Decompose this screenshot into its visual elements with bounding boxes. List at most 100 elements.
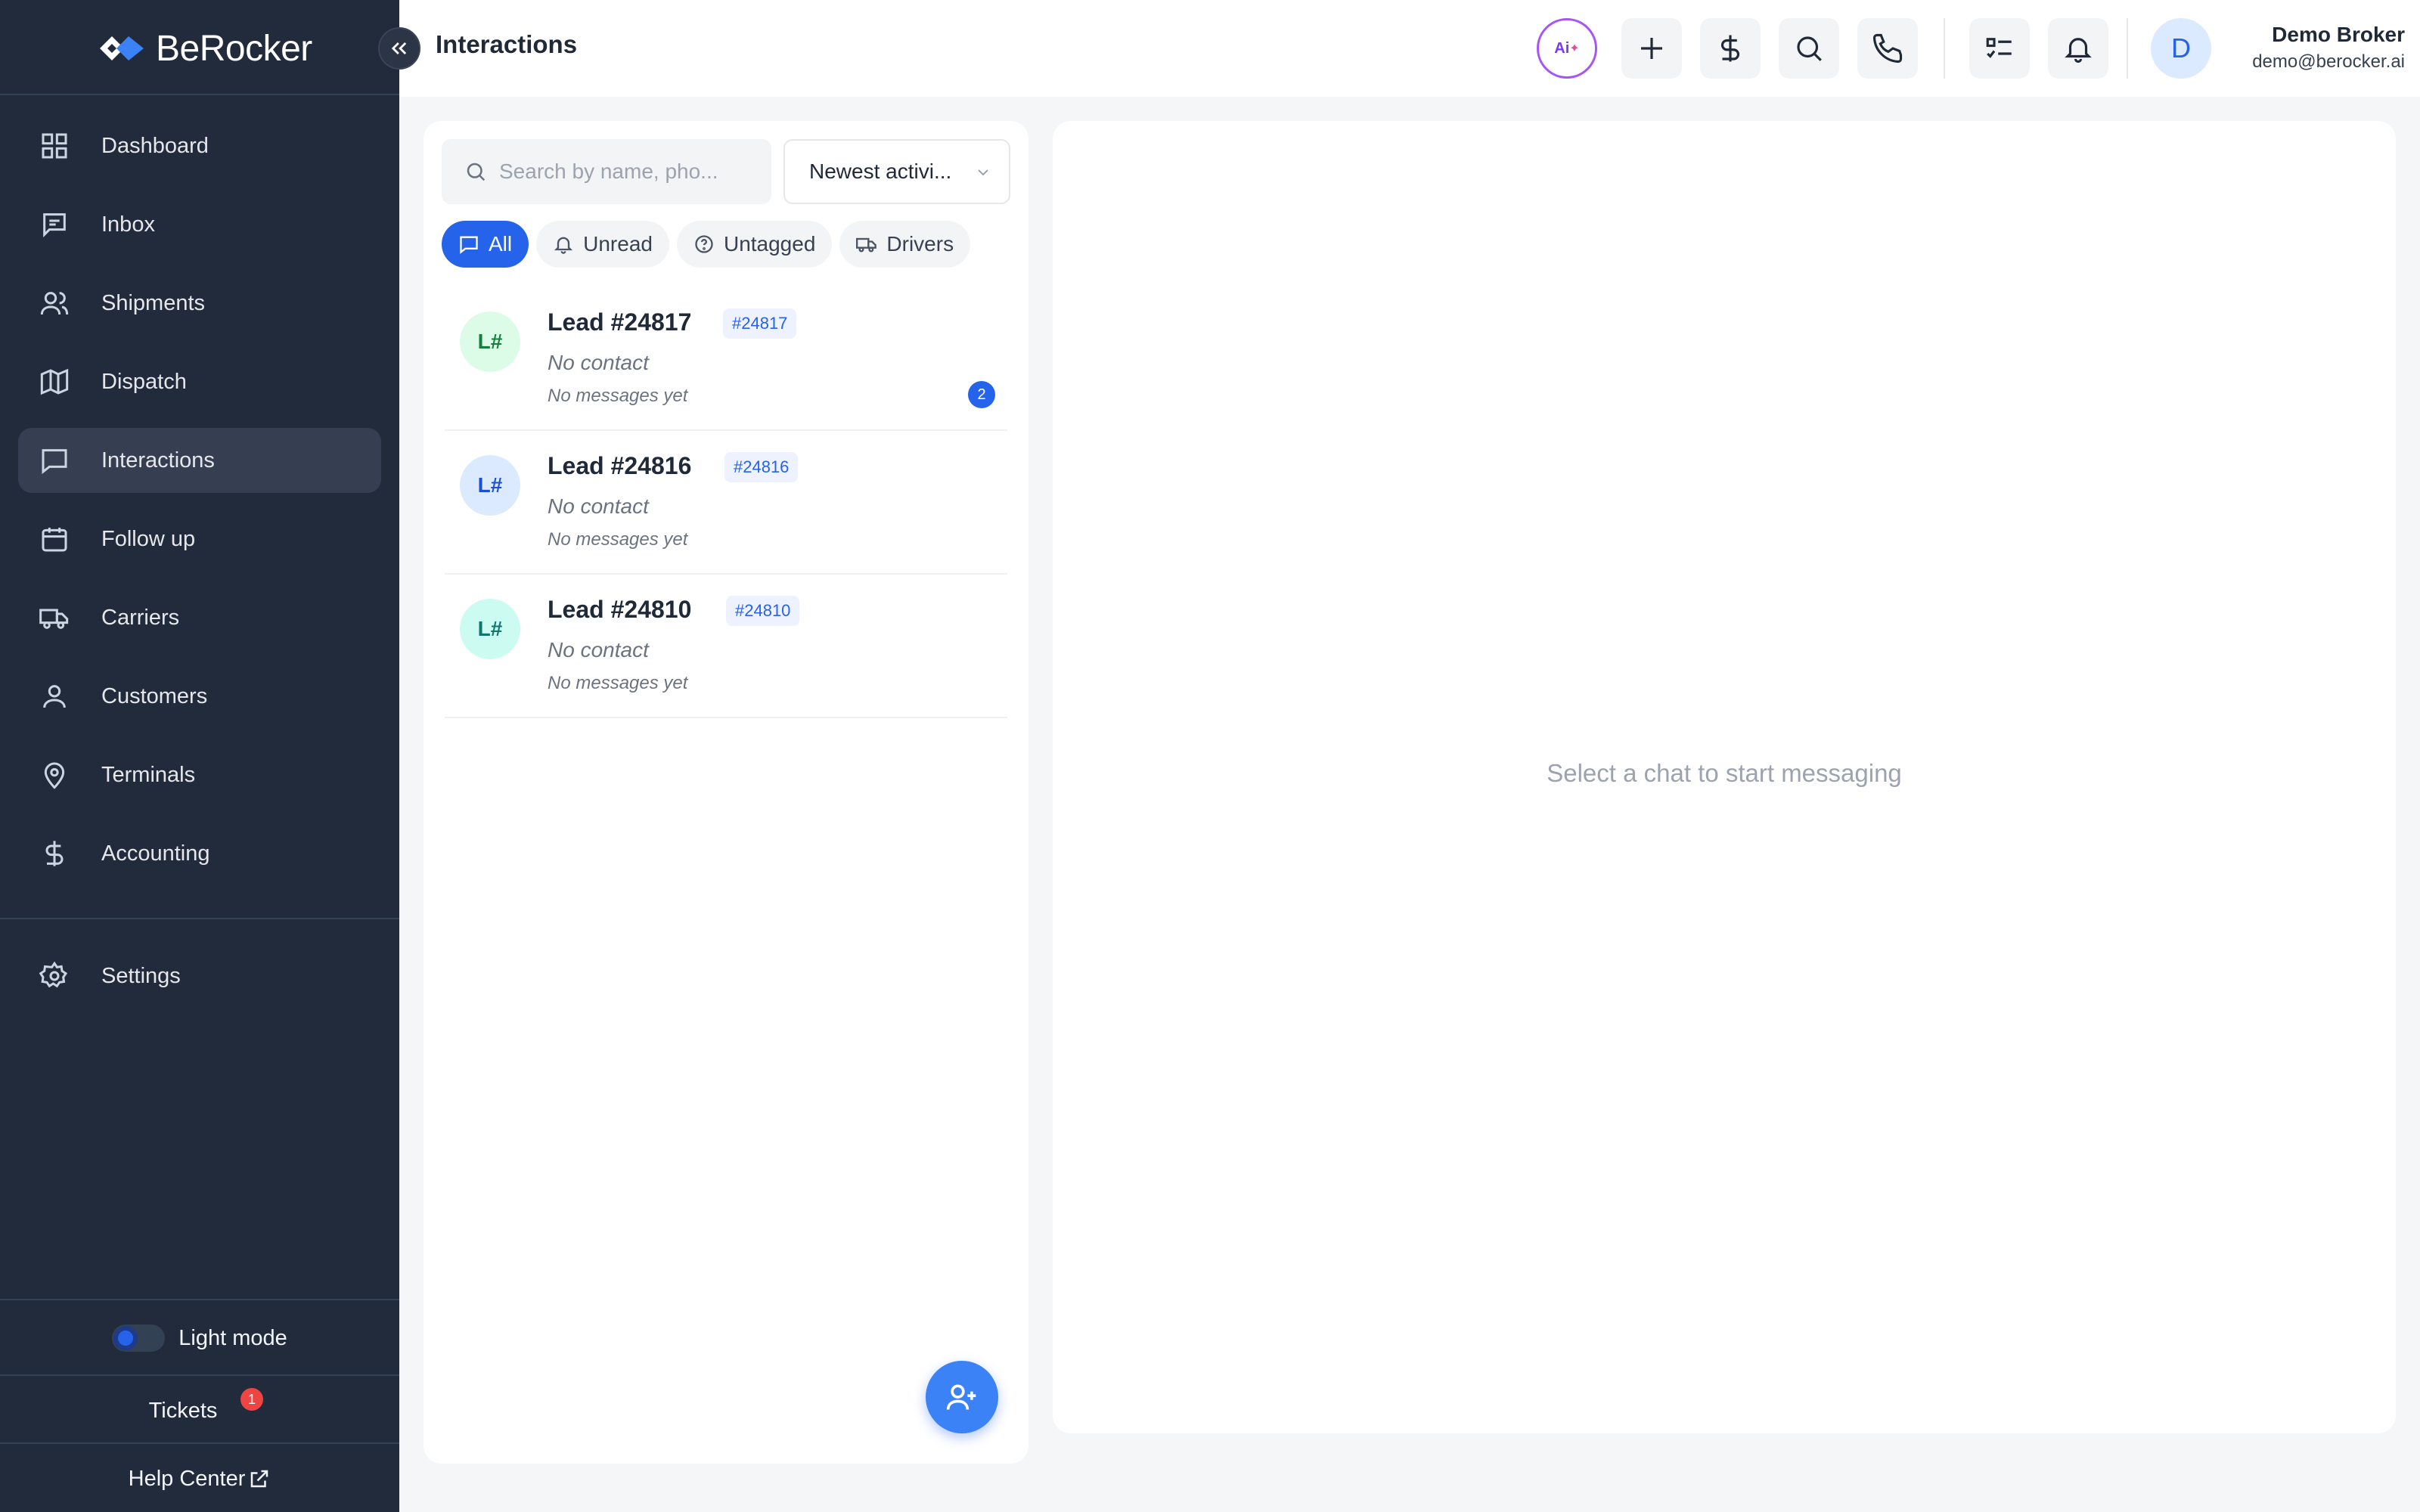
sidebar-item-settings[interactable]: Settings (18, 943, 381, 1009)
filter-chips: All Unread Untagged Drivers (442, 221, 971, 268)
tickets-badge: 1 (240, 1388, 263, 1411)
lead-title: Lead #24810 (548, 596, 692, 623)
sidebar-item-shipments[interactable]: Shipments (18, 271, 381, 336)
plus-icon (1641, 38, 1662, 59)
ai-assistant-button[interactable]: Ai ✦ (1537, 18, 1597, 79)
phone-icon (1872, 33, 1903, 64)
toggle-knob (113, 1326, 138, 1350)
search-button[interactable] (1779, 18, 1839, 79)
filter-label: Drivers (886, 232, 954, 256)
new-conversation-button[interactable] (926, 1361, 998, 1433)
help-circle-icon (695, 235, 713, 253)
lead-tag: #24817 (723, 308, 797, 339)
lead-contact: No contact (548, 638, 649, 662)
user-email: demo@berocker.ai (2252, 51, 2405, 72)
sidebar-item-follow-up[interactable]: Follow up (18, 507, 381, 572)
sidebar-settings-group: Settings (18, 943, 381, 1022)
filter-drivers[interactable]: Drivers (839, 221, 971, 268)
help-center-label: Help Center (128, 1466, 246, 1491)
page-title: Interactions (436, 30, 578, 58)
checklist-icon (1986, 38, 2012, 58)
chevron-down-icon (978, 169, 988, 176)
sidebar: BeRocker Dashboard Inbox Shipments Dispa… (0, 0, 399, 1512)
filter-untagged[interactable]: Untagged (676, 221, 833, 268)
sidebar-item-inbox[interactable]: Inbox (18, 192, 381, 257)
user-plus-icon (946, 1384, 976, 1410)
sidebar-divider (0, 1374, 399, 1376)
sidebar-divider (0, 94, 399, 95)
lead-tag: #24816 (724, 452, 799, 482)
truck-icon (38, 601, 71, 634)
conversation-list-panel: Newest activi... All Unread Untagged Dri… (424, 121, 1028, 1464)
sort-value: Newest activi... (809, 160, 952, 183)
bell-icon (2065, 38, 2092, 64)
calendar-icon (38, 522, 71, 556)
search-box[interactable] (442, 139, 771, 204)
collapse-sidebar-button[interactable] (378, 27, 420, 70)
gear-icon (38, 959, 71, 993)
add-button[interactable] (1621, 18, 1682, 79)
list-item[interactable]: L# Lead #24816 #24816 No contact No mess… (445, 431, 1007, 575)
map-pin-icon (38, 758, 71, 792)
sidebar-item-carriers[interactable]: Carriers (18, 585, 381, 650)
sidebar-divider (0, 1442, 399, 1444)
billing-button[interactable] (1700, 18, 1761, 79)
lead-title: Lead #24817 (548, 308, 692, 336)
sparkle-icon: ✦ (1569, 42, 1580, 55)
chat-icon (460, 236, 478, 254)
filter-all[interactable]: All (442, 221, 529, 268)
message-square-icon (38, 208, 71, 241)
header-separator (1944, 18, 1945, 79)
sidebar-divider (0, 918, 399, 919)
notifications-button[interactable] (2048, 18, 2108, 79)
sidebar-item-terminals[interactable]: Terminals (18, 742, 381, 807)
conversation-list: L# Lead #24817 #24817 No contact No mess… (445, 287, 1007, 718)
lead-last-message: No messages yet (548, 673, 688, 693)
sidebar-item-interactions[interactable]: Interactions (18, 428, 381, 493)
user-icon (38, 680, 71, 713)
lead-last-message: No messages yet (548, 529, 688, 550)
sidebar-item-label: Settings (101, 963, 181, 988)
user-avatar[interactable]: D (2151, 18, 2211, 79)
search-input[interactable] (499, 160, 756, 184)
sidebar-item-label: Dispatch (101, 369, 187, 394)
sidebar-item-accounting[interactable]: Accounting (18, 821, 381, 886)
filter-unread[interactable]: Unread (536, 221, 669, 268)
grid-icon (38, 129, 71, 163)
filter-label: Unread (583, 232, 653, 256)
dollar-icon (38, 837, 71, 870)
truck-icon (856, 237, 877, 253)
lead-contact: No contact (548, 351, 649, 374)
tasks-button[interactable] (1969, 18, 2030, 79)
search-icon (467, 163, 486, 181)
theme-toggle[interactable] (112, 1325, 166, 1352)
light-mode-label: Light mode (178, 1325, 287, 1350)
chevrons-left-icon (391, 42, 407, 54)
lead-title: Lead #24816 (548, 452, 692, 479)
external-link-icon (251, 1470, 268, 1488)
user-name[interactable]: Demo Broker (2226, 23, 2405, 47)
users-icon (38, 287, 71, 320)
list-item[interactable]: L# Lead #24817 #24817 No contact No mess… (445, 287, 1007, 431)
sidebar-item-customers[interactable]: Customers (18, 664, 381, 729)
sidebar-item-dashboard[interactable]: Dashboard (18, 113, 381, 178)
sort-select[interactable]: Newest activi... (783, 139, 1010, 204)
lead-tag: #24810 (726, 596, 800, 626)
help-center-link[interactable]: Help Center (0, 1456, 399, 1501)
tickets-link[interactable]: Tickets 1 (0, 1388, 399, 1433)
brand-name: BeRocker (156, 28, 312, 69)
sidebar-item-dispatch[interactable]: Dispatch (18, 349, 381, 414)
dollar-icon (1720, 35, 1740, 62)
light-mode-toggle-row[interactable]: Light mode (0, 1315, 399, 1361)
berocker-logo-icon (100, 36, 144, 60)
call-button[interactable] (1857, 18, 1918, 79)
unread-badge: 2 (968, 381, 995, 408)
top-header: Interactions Ai ✦ D Demo Broker demo@ber… (399, 0, 2420, 97)
sidebar-item-label: Shipments (101, 290, 206, 315)
list-item[interactable]: L# Lead #24810 #24810 No contact No mess… (445, 575, 1007, 718)
sidebar-item-label: Accounting (101, 841, 210, 866)
sidebar-item-label: Interactions (101, 448, 215, 472)
brand-logo[interactable]: BeRocker (97, 27, 312, 70)
sidebar-item-label: Carriers (101, 605, 180, 630)
sidebar-item-label: Dashboard (101, 133, 209, 158)
